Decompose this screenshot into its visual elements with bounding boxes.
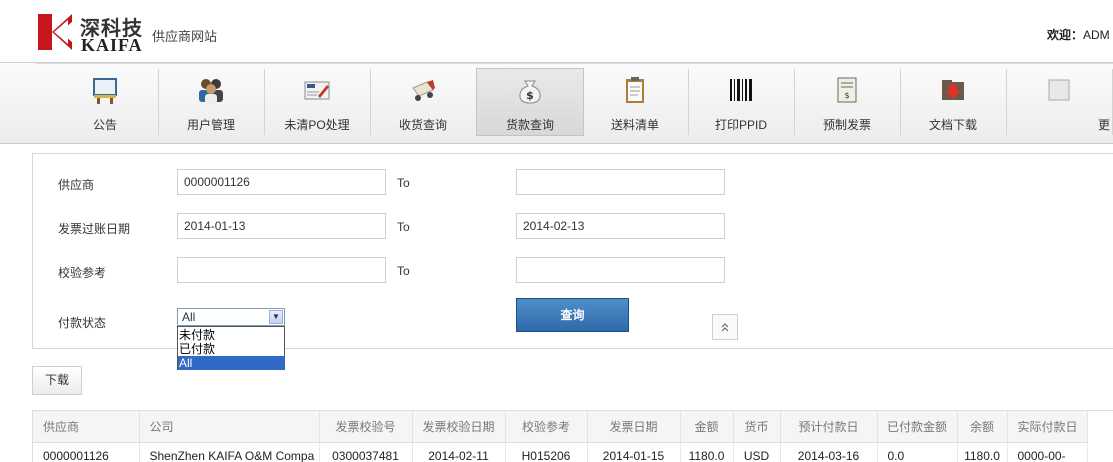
invoice-date-to-input[interactable]: [516, 213, 725, 239]
column-header-company[interactable]: 公司: [139, 411, 319, 443]
tool-label: 打印PPID: [688, 116, 794, 133]
more-icon: [1045, 76, 1073, 104]
table-cell: 0000-00-: [1007, 443, 1087, 462]
check-ref-label: 校验参考: [58, 264, 106, 281]
column-header-balance[interactable]: 余额: [957, 411, 1007, 443]
supplier-to-input[interactable]: [516, 169, 725, 195]
logo-english-name: KAIFA: [81, 35, 143, 56]
check-ref-from-input[interactable]: [177, 257, 386, 283]
tool-label: 未清PO处理: [264, 116, 370, 133]
table-row[interactable]: 0000001126 ShenZhen KAIFA O&M Compa 0300…: [33, 443, 1087, 462]
column-header-invoice-date[interactable]: 发票日期: [587, 411, 680, 443]
tool-label: 预制发票: [794, 116, 900, 133]
table-cell: 0300037481: [319, 443, 412, 462]
tool-label: 用户管理: [158, 116, 264, 133]
payment-status-option-unpaid[interactable]: 未付款: [178, 328, 285, 342]
tool-open-po[interactable]: 未清PO处理: [264, 69, 371, 135]
double-chevron-up-icon: [720, 322, 730, 332]
tool-material-list[interactable]: 送料清单: [582, 69, 689, 135]
table-header-row: 供应商 公司 发票校验号 发票校验日期 校验参考 发票日期 金额 货币 预计付款…: [33, 411, 1087, 443]
welcome-label: 欢迎：: [1047, 28, 1083, 42]
query-button[interactable]: 查询: [516, 298, 629, 332]
supplier-label: 供应商: [58, 176, 94, 193]
tool-label: 更: [1098, 116, 1113, 133]
tool-document-download[interactable]: 文档下载: [900, 69, 1007, 135]
to-label: To: [397, 264, 410, 278]
delivery-icon: [409, 76, 437, 104]
tool-label: 收货查询: [370, 116, 476, 133]
toolbar-items: 公告 用户管理 未清PO处理 收货查询: [36, 63, 1113, 136]
users-icon: [197, 76, 225, 104]
collapse-form-button[interactable]: [712, 314, 738, 340]
po-document-icon: [303, 76, 331, 104]
table-cell: 0.0: [877, 443, 957, 462]
table-cell: 2014-02-11: [412, 443, 505, 462]
money-bag-icon: $: [516, 76, 544, 104]
column-header-invoice-check-no[interactable]: 发票校验号: [319, 411, 412, 443]
site-name: 供应商网站: [152, 26, 217, 45]
tool-user-management[interactable]: 用户管理: [158, 69, 265, 135]
table-cell: 2014-03-16: [780, 443, 877, 462]
check-ref-to-input[interactable]: [516, 257, 725, 283]
table-cell: ShenZhen KAIFA O&M Compa: [139, 443, 319, 462]
notice-board-icon: [91, 76, 119, 104]
payment-status-dropdown-list: 未付款 已付款 All: [177, 326, 285, 370]
column-header-actual-pay-date[interactable]: 实际付款日: [1007, 411, 1087, 443]
payment-status-value: All: [182, 310, 195, 324]
column-header-invoice-check-date[interactable]: 发票校验日期: [412, 411, 505, 443]
column-header-supplier[interactable]: 供应商: [33, 411, 139, 443]
table-cell: USD: [733, 443, 780, 462]
tool-label: 文档下载: [900, 116, 1006, 133]
column-header-amount[interactable]: 金额: [680, 411, 733, 443]
kaifa-logo-icon: [38, 14, 72, 50]
to-label: To: [397, 220, 410, 234]
svg-text:$: $: [526, 89, 534, 102]
download-button[interactable]: 下载: [32, 366, 82, 395]
payment-status-label: 付款状态: [58, 314, 106, 331]
svg-text:$: $: [844, 91, 849, 100]
tool-print-ppid[interactable]: 打印PPID: [688, 69, 795, 135]
invoice-date-label: 发票过账日期: [58, 220, 130, 237]
tool-payment-query[interactable]: $ 货款查询: [476, 68, 584, 136]
tool-label: 货款查询: [477, 116, 583, 133]
welcome-text: 欢迎：ADM: [1047, 26, 1110, 43]
header: 深科技 KAIFA 供应商网站 欢迎：ADM: [0, 0, 1113, 63]
invoice-icon: $: [833, 76, 861, 104]
payment-status-option-paid[interactable]: 已付款: [178, 342, 285, 356]
payment-status-option-all[interactable]: All: [178, 356, 285, 370]
table-cell: 0000001126: [33, 443, 139, 462]
payment-table: 供应商 公司 发票校验号 发票校验日期 校验参考 发票日期 金额 货币 预计付款…: [33, 411, 1088, 462]
column-header-expected-pay-date[interactable]: 预计付款日: [780, 411, 877, 443]
supplier-from-input[interactable]: [177, 169, 386, 195]
tool-pre-invoice[interactable]: $ 预制发票: [794, 69, 901, 135]
tool-receipt-query[interactable]: 收货查询: [370, 69, 477, 135]
folder-download-icon: [939, 76, 967, 104]
column-header-check-ref[interactable]: 校验参考: [505, 411, 587, 443]
main-toolbar: 公告 用户管理 未清PO处理 收货查询: [0, 63, 1113, 144]
chevron-down-icon[interactable]: ▼: [269, 310, 283, 324]
tool-more[interactable]: 更: [1006, 69, 1113, 135]
barcode-icon: [727, 76, 755, 104]
tool-label: 公告: [52, 116, 158, 133]
column-header-currency[interactable]: 货币: [733, 411, 780, 443]
table-cell: H015206: [505, 443, 587, 462]
payment-status-select[interactable]: All ▼: [177, 308, 285, 326]
table-cell: 2014-01-15: [587, 443, 680, 462]
column-header-paid-amount[interactable]: 已付款金额: [877, 411, 957, 443]
tool-announcement[interactable]: 公告: [52, 69, 159, 135]
clipboard-icon: [621, 76, 649, 104]
table-cell: 1180.0: [680, 443, 733, 462]
tool-label: 送料清单: [582, 116, 688, 133]
welcome-user: ADM: [1083, 28, 1110, 42]
table-cell: 1180.0: [957, 443, 1007, 462]
to-label: To: [397, 176, 410, 190]
results-table: 供应商 公司 发票校验号 发票校验日期 校验参考 发票日期 金额 货币 预计付款…: [32, 410, 1113, 462]
invoice-date-from-input[interactable]: [177, 213, 386, 239]
